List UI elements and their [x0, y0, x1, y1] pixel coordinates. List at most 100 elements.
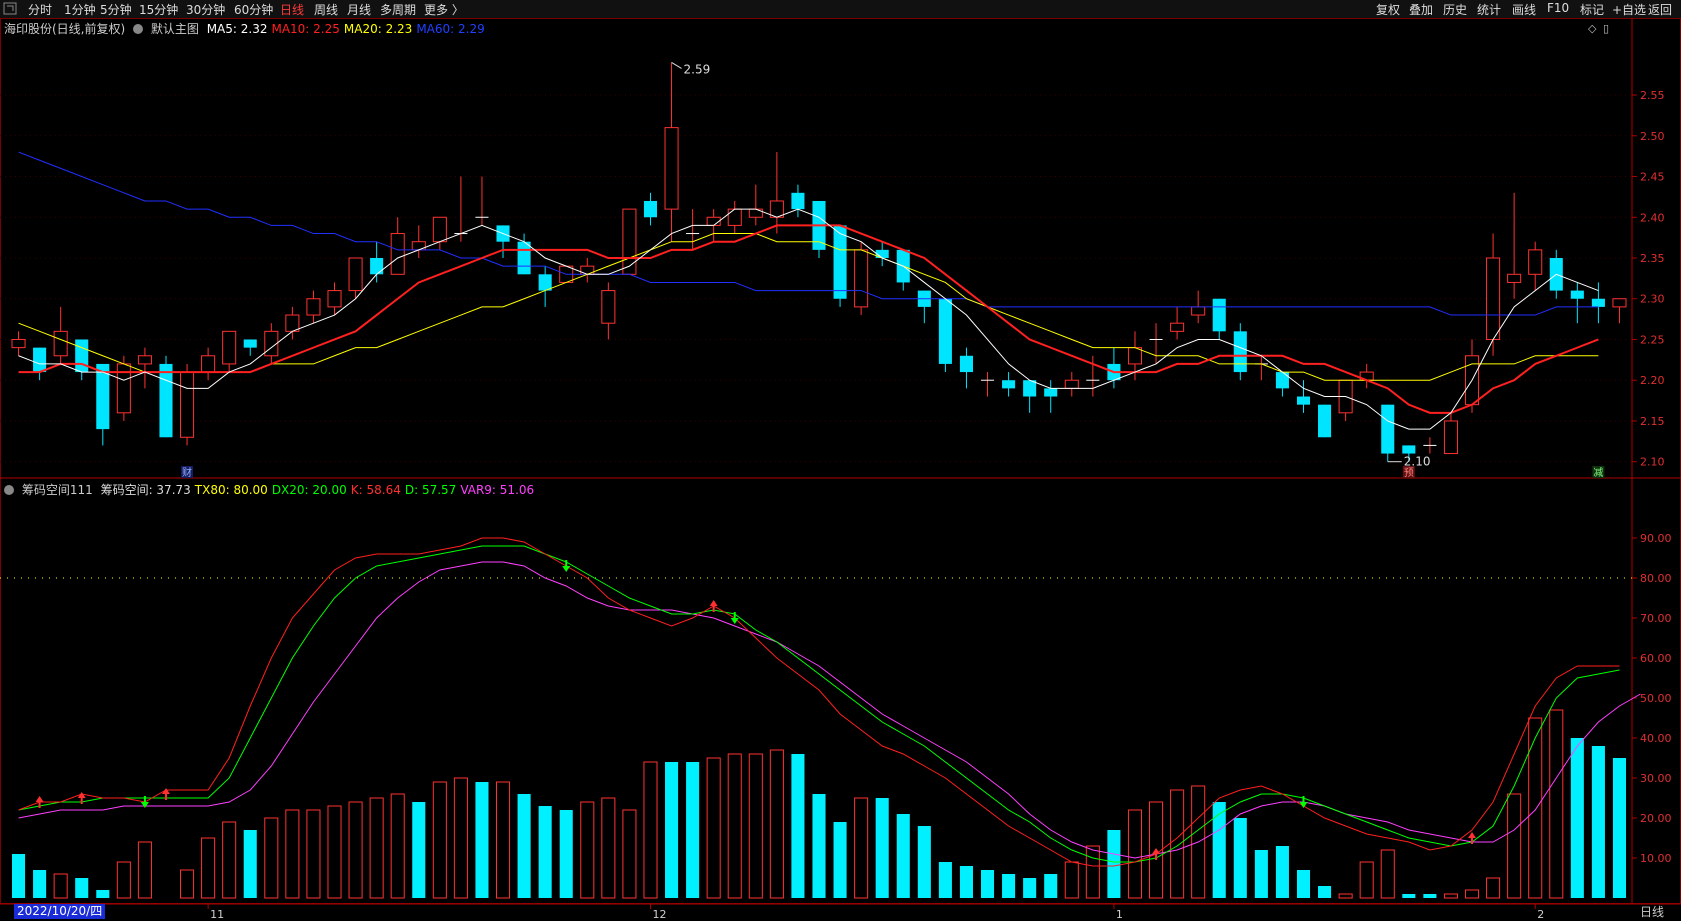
chip-bar-outline: [453, 777, 468, 899]
period-tab-3[interactable]: 15分钟: [139, 1, 178, 18]
candle-body-up: [1170, 322, 1185, 332]
chip-bar-filled: [1023, 878, 1037, 898]
period-tab-5[interactable]: 60分钟: [234, 1, 273, 18]
template-label[interactable]: 默认主图: [151, 22, 199, 36]
candle-body-up: [622, 208, 637, 275]
candle-body-up: [432, 216, 447, 243]
period-tab-1[interactable]: 1分钟: [64, 1, 96, 18]
chip-bar-outline: [1127, 809, 1143, 899]
toolbar-button-8[interactable]: 返回: [1648, 1, 1672, 18]
chip-bar-filled: [791, 754, 805, 898]
main-indicator-1: MA10: 2.25: [271, 22, 340, 36]
period-tag[interactable]: 日线: [1640, 903, 1664, 920]
panel-toggle-icon[interactable]: ▯: [1603, 22, 1609, 35]
sub-indicator-values: 筹码空间: 37.73 TX80: 80.00 DX20: 20.00 K: 58.6…: [101, 483, 539, 497]
chip-bar-outline: [285, 809, 300, 899]
toolbar-button-7[interactable]: +自选: [1612, 1, 1646, 18]
sub-tick-label: 50.00: [1640, 692, 1672, 705]
chip-bar-filled: [1254, 850, 1268, 898]
candle-body-up: [769, 200, 784, 218]
chip-bar-filled: [1402, 894, 1416, 898]
candle-body-down: [959, 355, 973, 373]
period-tab-2[interactable]: 5分钟: [100, 1, 132, 18]
chip-bar-filled: [938, 862, 952, 898]
main-chart-header: 海印股份(日线,前复权) 默认主图 MA5: 2.32 MA10: 2.25 MA2…: [4, 20, 493, 36]
price-tick-label: 2.35: [1640, 252, 1665, 265]
sub-indicator-0: 筹码空间: 37.73: [100, 483, 191, 497]
toolbar-button-2[interactable]: 历史: [1443, 1, 1467, 18]
sub-indicator-2: DX20: 20.00: [271, 483, 347, 497]
candle-body-up: [327, 290, 342, 308]
settings-icon[interactable]: [133, 24, 144, 34]
period-tab-9[interactable]: 多周期: [380, 1, 416, 18]
chip-bar-outline: [643, 761, 658, 899]
chip-bar-filled: [1318, 886, 1332, 898]
candle-body-up: [1359, 371, 1374, 381]
ma5-line: [18, 208, 1599, 430]
candle-body-down: [1002, 380, 1016, 389]
death-cross-arrow: [140, 802, 149, 808]
period-tab-7[interactable]: 周线: [314, 1, 338, 18]
chip-bar-outline: [1380, 849, 1395, 899]
kline-chart[interactable]: 2.55 2.50 2.45 2.40 2.35 2.30 2.25 2.20 2.15 2.10…: [0, 0, 1681, 921]
candle-body-up: [1338, 379, 1353, 414]
candle-body-down: [1275, 372, 1289, 389]
period-tab-8[interactable]: 月线: [347, 1, 371, 18]
price-tick-label: 2.25: [1640, 333, 1665, 346]
chip-bar-filled: [1275, 846, 1289, 898]
candle-body-up: [1464, 355, 1480, 406]
price-tick-label: 2.20: [1640, 374, 1665, 387]
chip-bar-outline: [348, 801, 363, 899]
toolbar-button-6[interactable]: 标记: [1580, 1, 1604, 18]
chip-bar-filled: [1612, 758, 1626, 898]
candle-body-up: [348, 257, 363, 292]
price-tick-label: 2.55: [1640, 89, 1665, 102]
candle-body-up: [306, 298, 321, 316]
toolbar-button-4[interactable]: 画线: [1512, 1, 1536, 18]
stock-label[interactable]: 海印股份(日线,前复权): [4, 22, 125, 36]
candle-body-up: [180, 371, 195, 438]
period-tab-0[interactable]: 分时: [28, 1, 52, 18]
chip-bar-outline: [306, 809, 321, 899]
period-tab-6[interactable]: 日线: [280, 1, 304, 18]
chip-bar-outline: [369, 797, 384, 899]
chip-bar-filled: [1044, 874, 1058, 898]
candle-body-up: [11, 338, 26, 349]
sub-tick-label: 40.00: [1640, 732, 1672, 745]
toolbar-button-0[interactable]: 复权: [1376, 1, 1400, 18]
death-cross-arrow: [562, 566, 571, 572]
period-tab-10[interactable]: 更多 〉: [424, 1, 464, 18]
sub-tick-label: 20.00: [1640, 812, 1672, 825]
candle-body-down: [643, 200, 658, 218]
golden-cross-arrow: [1152, 848, 1161, 854]
month-label: 11: [210, 908, 224, 921]
chip-bar-filled: [96, 890, 110, 898]
chip-bar-outline: [769, 749, 784, 899]
candle-body-down: [875, 249, 889, 258]
chip-bar-outline: [390, 793, 405, 899]
candle-body-up: [390, 233, 405, 275]
event-marker-jian: 减: [1593, 467, 1603, 479]
death-cross-arrow: [730, 618, 739, 624]
diamond-icon[interactable]: ◇: [1588, 22, 1596, 35]
toolbar-button-5[interactable]: F10: [1547, 1, 1569, 15]
toolbar-button-3[interactable]: 统计: [1477, 1, 1501, 18]
chip-bar-outline: [1507, 793, 1522, 899]
collapse-icon[interactable]: [4, 485, 14, 495]
price-tick-label: 2.30: [1640, 293, 1665, 306]
candle-body-down: [917, 290, 931, 307]
chip-bar-filled: [75, 878, 89, 898]
period-tab-4[interactable]: 30分钟: [186, 1, 225, 18]
chip-bar-outline: [1549, 709, 1564, 899]
candle-body-up: [706, 216, 721, 226]
chip-bar-outline: [180, 869, 195, 899]
candle-body-up: [601, 290, 616, 324]
toolbar-button-1[interactable]: 叠加: [1409, 1, 1433, 18]
chip-bar-outline: [1064, 861, 1079, 899]
chip-bar-filled: [665, 762, 679, 898]
chip-bar-outline: [1359, 861, 1374, 899]
window-restore-icon[interactable]: [2, 1, 18, 16]
sub-chart-title[interactable]: 筹码空间111: [22, 483, 93, 497]
chip-bar-outline: [601, 797, 616, 899]
ma60-line: [18, 151, 1599, 316]
